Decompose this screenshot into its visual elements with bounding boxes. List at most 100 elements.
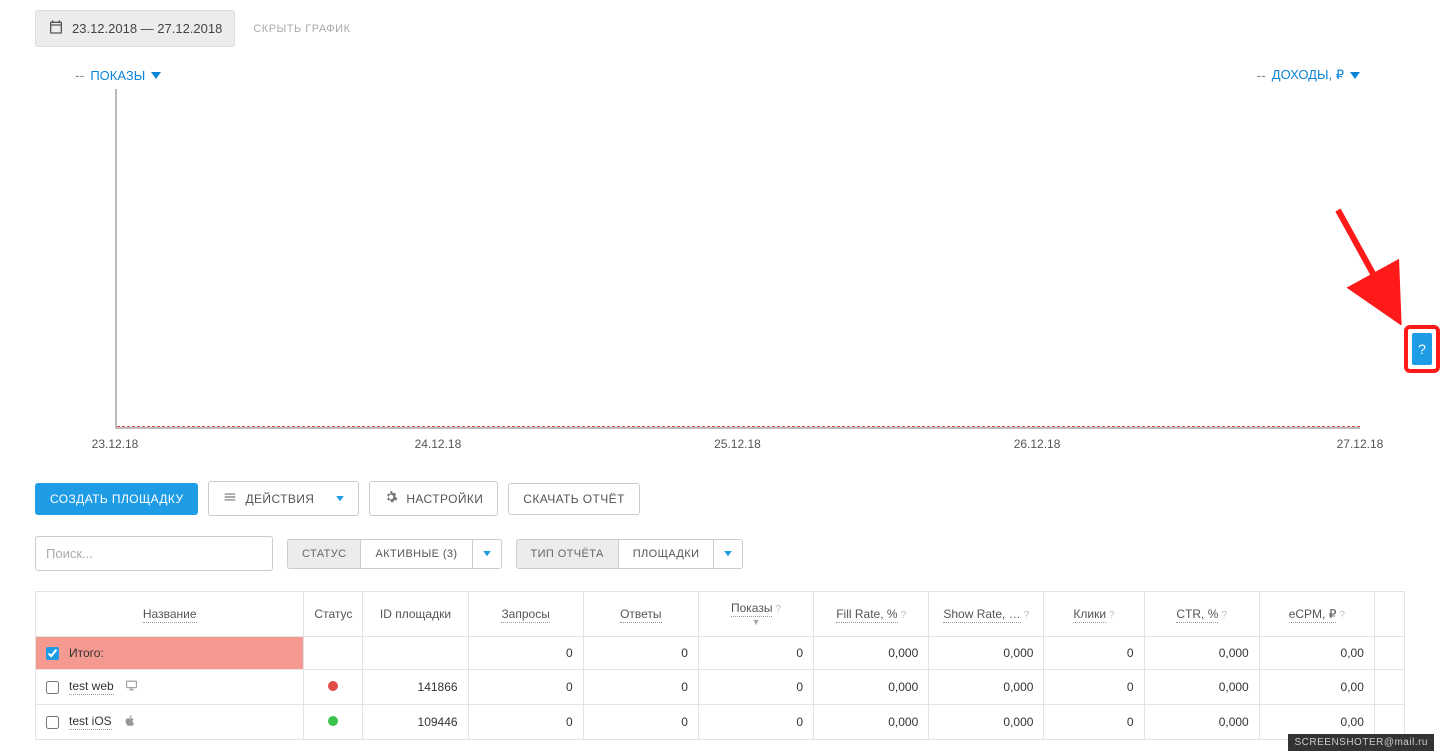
device-icon [124, 679, 139, 695]
cell-id: 141866 [363, 670, 468, 705]
status-filter-label: СТАТУС [287, 539, 361, 569]
annotation-arrow [1328, 205, 1408, 325]
cell-responses: 0 [583, 705, 698, 740]
help-icon[interactable]: ? [1221, 610, 1227, 621]
report-type-dropdown[interactable] [714, 539, 743, 569]
cell-fill: 0,000 [814, 637, 929, 670]
row-name[interactable]: test web [69, 679, 114, 695]
col-ecpm[interactable]: eCPM, ₽ [1289, 607, 1337, 623]
device-icon [122, 714, 137, 730]
search-input[interactable] [35, 536, 273, 571]
report-type-value: ПЛОЩАДКИ [619, 539, 715, 569]
status-dot [328, 716, 338, 726]
row-checkbox[interactable] [46, 647, 59, 660]
calendar-icon [48, 19, 64, 38]
help-icon[interactable]: ? [1024, 610, 1030, 621]
sort-indicator-icon: ▼ [709, 617, 803, 627]
settings-button[interactable]: НАСТРОЙКИ [369, 481, 498, 516]
left-metric-prefix: -- [75, 67, 84, 83]
actions-button[interactable]: ДЕЙСТВИЯ [208, 481, 359, 516]
cell-shows: 0 [698, 670, 813, 705]
help-icon[interactable]: ? [1339, 610, 1345, 621]
gear-icon [384, 490, 398, 507]
row-name[interactable]: test iOS [69, 714, 112, 730]
x-tick: 25.12.18 [714, 437, 761, 451]
row-checkbox[interactable] [46, 716, 59, 729]
date-range-button[interactable]: 23.12.2018 — 27.12.2018 [35, 10, 235, 47]
table-row: test web 141866 0 0 0 0,000 0,000 0 0,00… [36, 670, 1405, 705]
help-icon[interactable]: ? [901, 610, 907, 621]
col-responses[interactable]: Ответы [620, 607, 661, 623]
right-metric-prefix: -- [1256, 67, 1265, 83]
chart-x-axis: 23.12.18 24.12.18 25.12.18 26.12.18 27.1… [115, 437, 1360, 451]
cell-requests: 0 [468, 670, 583, 705]
chevron-down-icon [1350, 68, 1360, 83]
report-type-label: ТИП ОТЧЁТА [516, 539, 619, 569]
x-tick: 23.12.18 [92, 437, 139, 451]
chevron-down-icon [724, 551, 732, 557]
row-name: Итого: [69, 646, 104, 660]
cell-responses: 0 [583, 670, 698, 705]
cell-ctr: 0,000 [1144, 705, 1259, 740]
watermark: SCREENSHOTER@mail.ru [1288, 734, 1434, 751]
download-report-button[interactable]: СКАЧАТЬ ОТЧЁТ [508, 483, 640, 515]
help-icon[interactable]: ? [1109, 610, 1115, 621]
cell-clicks: 0 [1044, 705, 1144, 740]
col-fill[interactable]: Fill Rate, % [836, 607, 897, 623]
chevron-down-icon [483, 551, 491, 557]
x-tick: 26.12.18 [1014, 437, 1061, 451]
cell-requests: 0 [468, 637, 583, 670]
chart-area [115, 89, 1360, 429]
col-shows[interactable]: Показы [731, 601, 772, 617]
date-range-text: 23.12.2018 — 27.12.2018 [72, 21, 222, 36]
status-filter-dropdown[interactable] [473, 539, 502, 569]
right-metric-label: ДОХОДЫ, ₽ [1272, 67, 1344, 83]
cell-responses: 0 [583, 637, 698, 670]
col-requests[interactable]: Запросы [501, 607, 549, 623]
status-dot [328, 681, 338, 691]
cell-clicks: 0 [1044, 670, 1144, 705]
cell-show-rate: 0,000 [929, 637, 1044, 670]
table-row: test iOS 109446 0 0 0 0,000 0,000 0 0,00… [36, 705, 1405, 740]
cell-ecpm: 0,00 [1259, 670, 1374, 705]
help-icon[interactable]: ? [775, 604, 781, 615]
chart-zero-line [117, 426, 1360, 427]
status-filter[interactable]: СТАТУС АКТИВНЫЕ (3) [287, 539, 502, 569]
cell-clicks: 0 [1044, 637, 1144, 670]
report-type-filter[interactable]: ТИП ОТЧЁТА ПЛОЩАДКИ [516, 539, 744, 569]
cell-requests: 0 [468, 705, 583, 740]
annotation-highlight: ? [1404, 325, 1440, 373]
col-show-rate[interactable]: Show Rate, … [943, 607, 1020, 623]
right-metric-selector[interactable]: -- ДОХОДЫ, ₽ [1256, 67, 1360, 83]
table-row: Итого: 0 0 0 0,000 0,000 0 0,000 0,00 [36, 637, 1405, 670]
cell-ecpm: 0,00 [1259, 637, 1374, 670]
status-filter-value: АКТИВНЫЕ (3) [361, 539, 472, 569]
chevron-down-icon [336, 496, 344, 502]
hide-chart-link[interactable]: СКРЫТЬ ГРАФИК [253, 23, 350, 35]
row-checkbox[interactable] [46, 681, 59, 694]
actions-label: ДЕЙСТВИЯ [245, 492, 314, 506]
cell-fill: 0,000 [814, 670, 929, 705]
cell-show-rate: 0,000 [929, 705, 1044, 740]
create-site-button[interactable]: СОЗДАТЬ ПЛОЩАДКУ [35, 483, 198, 515]
col-ctr[interactable]: CTR, % [1176, 607, 1218, 623]
cell-ctr: 0,000 [1144, 670, 1259, 705]
cell-id [363, 637, 468, 670]
x-tick: 27.12.18 [1337, 437, 1384, 451]
col-name[interactable]: Название [143, 607, 197, 623]
cell-id: 109446 [363, 705, 468, 740]
sites-table: Название Статус ID площадки Запросы Отве… [35, 591, 1405, 740]
help-button[interactable]: ? [1412, 333, 1432, 365]
x-tick: 24.12.18 [415, 437, 462, 451]
col-status[interactable]: Статус [314, 607, 352, 621]
col-id[interactable]: ID площадки [380, 607, 451, 621]
left-metric-selector[interactable]: -- ПОКАЗЫ [75, 67, 161, 83]
cell-shows: 0 [698, 637, 813, 670]
col-clicks[interactable]: Клики [1073, 607, 1106, 623]
cell-shows: 0 [698, 705, 813, 740]
settings-label: НАСТРОЙКИ [406, 492, 483, 506]
cell-show-rate: 0,000 [929, 670, 1044, 705]
left-metric-label: ПОКАЗЫ [90, 68, 145, 83]
cell-ctr: 0,000 [1144, 637, 1259, 670]
menu-icon [223, 490, 237, 507]
